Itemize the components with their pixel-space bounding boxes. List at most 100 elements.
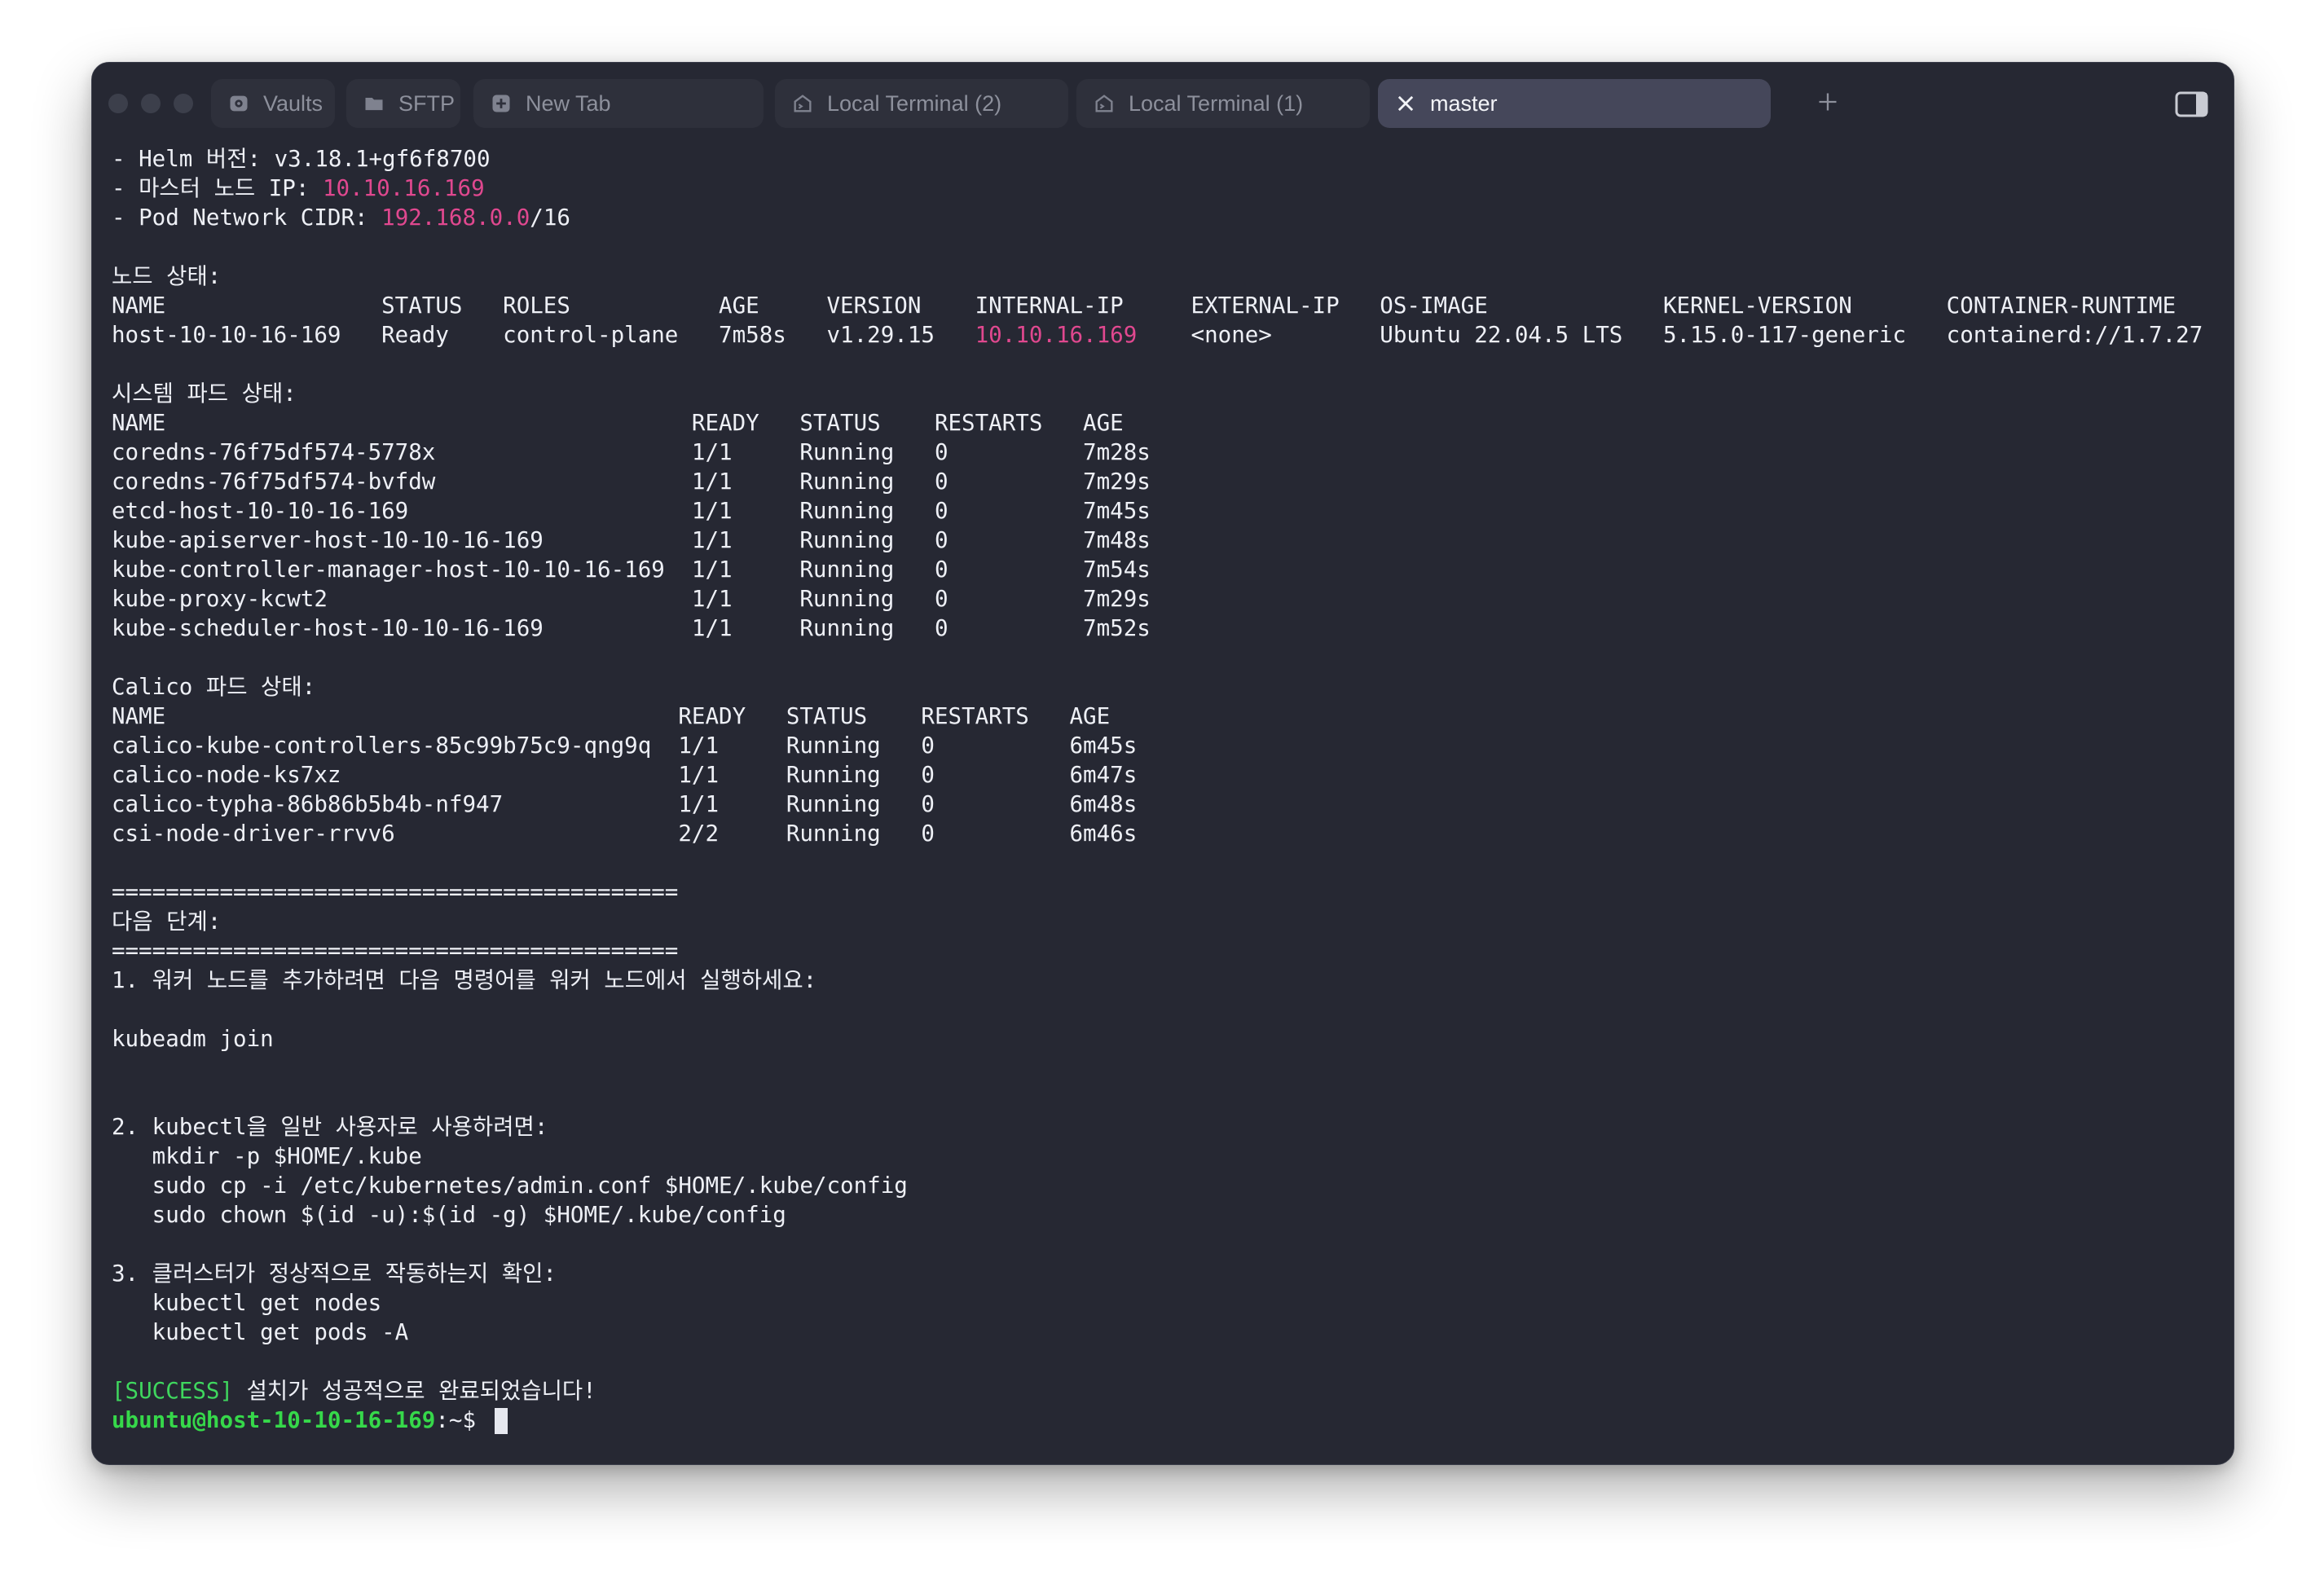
minimize-window-button[interactable]	[141, 94, 161, 113]
tab-label: Local Terminal (1)	[1129, 90, 1304, 116]
line-text: sudo chown $(id -u):$(id -g) $HOME/.kube…	[112, 1202, 786, 1228]
terminal-line: calico-kube-controllers-85c99b75c9-qng9q…	[112, 731, 2214, 760]
prompt-path: :~$	[435, 1407, 490, 1433]
prompt-line: ubuntu@host-10-10-16-169:~$	[112, 1406, 2214, 1435]
sidebar-icon	[2175, 91, 2209, 121]
line-text: ========================================…	[112, 879, 679, 905]
terminal-line: [SUCCESS] 설치가 성공적으로 완료되었습니다!	[112, 1376, 2214, 1406]
line-text: ========================================…	[112, 938, 679, 964]
tab-master[interactable]: master	[1378, 79, 1771, 128]
line-text: 시스템 파드 상태:	[112, 381, 297, 407]
terminal-line: sudo cp -i /etc/kubernetes/admin.conf $H…	[112, 1171, 2214, 1200]
tab-new-tab[interactable]: New Tab	[473, 79, 764, 128]
terminal-lines: - Helm 버전: v3.18.1+gf6f8700- 마스터 노드 IP: …	[112, 144, 2214, 1406]
terminal-line: NAME READY STATUS RESTARTS AGE	[112, 702, 2214, 731]
line-text: NAME READY STATUS RESTARTS AGE	[112, 703, 1111, 729]
terminal-line: ========================================…	[112, 936, 2214, 966]
line-text: 3. 클러스터가 정상적으로 작동하는지 확인:	[112, 1261, 557, 1287]
line-text: /16	[530, 205, 570, 231]
plus-square-icon	[488, 90, 514, 117]
folder-icon	[361, 90, 387, 117]
terminal-line: kube-controller-manager-host-10-10-16-16…	[112, 555, 2214, 584]
tab-label: Local Terminal (2)	[827, 90, 1002, 116]
zoom-window-button[interactable]	[174, 94, 193, 113]
terminal-line: - Helm 버전: v3.18.1+gf6f8700	[112, 144, 2214, 174]
tab-label: Vaults	[263, 90, 324, 116]
terminal-cursor	[494, 1408, 508, 1434]
line-text: 2. kubectl을 일반 사용자로 사용하려면:	[112, 1114, 548, 1140]
terminal-line: kubectl get pods -A	[112, 1318, 2214, 1347]
line-text: kubectl get nodes	[112, 1290, 382, 1316]
terminal-icon	[1091, 90, 1117, 117]
plus-icon	[1816, 90, 1839, 117]
highlighted-text: 10.10.16.169	[322, 175, 485, 201]
line-text: calico-node-ks7xz 1/1 Running 0 6m47s	[112, 762, 1138, 788]
line-text: - Helm 버전: v3.18.1+gf6f8700	[112, 146, 491, 172]
terminal-line: 노드 상태:	[112, 262, 2214, 291]
terminal-icon	[790, 90, 816, 117]
sidebar-toggle-button[interactable]	[2175, 90, 2209, 118]
close-window-button[interactable]	[108, 94, 128, 113]
terminal-line: 2. kubectl을 일반 사용자로 사용하려면:	[112, 1112, 2214, 1142]
terminal-line: kube-scheduler-host-10-10-16-169 1/1 Run…	[112, 614, 2214, 643]
terminal-line: coredns-76f75df574-5778x 1/1 Running 0 7…	[112, 438, 2214, 467]
line-text: NAME READY STATUS RESTARTS AGE	[112, 410, 1124, 436]
line-text: 1. 워커 노드를 추가하려면 다음 명령어를 워커 노드에서 실행하세요:	[112, 967, 817, 993]
line-text: etcd-host-10-10-16-169 1/1 Running 0 7m4…	[112, 498, 1151, 524]
close-icon[interactable]	[1393, 90, 1419, 117]
prompt-user-host: ubuntu@host-10-10-16-169	[112, 1407, 436, 1433]
terminal-line: 1. 워커 노드를 추가하려면 다음 명령어를 워커 노드에서 실행하세요:	[112, 966, 2214, 995]
line-text: kube-proxy-kcwt2 1/1 Running 0 7m29s	[112, 586, 1151, 612]
terminal-line: mkdir -p $HOME/.kube	[112, 1142, 2214, 1171]
terminal-line: etcd-host-10-10-16-169 1/1 Running 0 7m4…	[112, 496, 2214, 526]
terminal-output[interactable]: - Helm 버전: v3.18.1+gf6f8700- 마스터 노드 IP: …	[112, 144, 2214, 1464]
terminal-line: 다음 단계:	[112, 907, 2214, 936]
line-text: 설치가 성공적으로 완료되었습니다!	[233, 1378, 596, 1404]
terminal-line: kube-proxy-kcwt2 1/1 Running 0 7m29s	[112, 584, 2214, 614]
line-text: calico-kube-controllers-85c99b75c9-qng9q…	[112, 733, 1138, 759]
highlighted-text: 10.10.16.169	[975, 322, 1138, 348]
line-text: calico-typha-86b86b5b4b-nf947 1/1 Runnin…	[112, 791, 1138, 817]
line-text: kube-apiserver-host-10-10-16-169 1/1 Run…	[112, 527, 1151, 553]
terminal-line: sudo chown $(id -u):$(id -g) $HOME/.kube…	[112, 1200, 2214, 1230]
line-text: host-10-10-16-169 Ready control-plane 7m…	[112, 322, 975, 348]
tab-vaults[interactable]: Vaults	[211, 79, 335, 128]
vault-icon	[226, 90, 252, 117]
terminal-line: - Pod Network CIDR: 192.168.0.0/16	[112, 203, 2214, 232]
line-text: NAME STATUS ROLES AGE VERSION INTERNAL-I…	[112, 293, 2177, 319]
line-text: kube-controller-manager-host-10-10-16-16…	[112, 557, 1151, 583]
line-text: coredns-76f75df574-5778x 1/1 Running 0 7…	[112, 439, 1151, 465]
tab-label: SFTP	[398, 90, 456, 116]
line-text: coredns-76f75df574-bvfdw 1/1 Running 0 7…	[112, 469, 1151, 495]
terminal-line: kubeadm join	[112, 1024, 2214, 1054]
line-text: csi-node-driver-rrvv6 2/2 Running 0 6m46…	[112, 821, 1138, 847]
add-tab-button[interactable]	[1810, 86, 1846, 121]
terminal-line: kubectl get nodes	[112, 1288, 2214, 1318]
terminal-line: calico-node-ks7xz 1/1 Running 0 6m47s	[112, 760, 2214, 790]
tab-local-terminal-1[interactable]: Local Terminal (1)	[1076, 79, 1370, 128]
line-text: kubectl get pods -A	[112, 1319, 409, 1345]
terminal-line: ========================================…	[112, 878, 2214, 907]
terminal-line: csi-node-driver-rrvv6 2/2 Running 0 6m46…	[112, 819, 2214, 848]
tab-sftp[interactable]: SFTP	[346, 79, 460, 128]
line-text: sudo cp -i /etc/kubernetes/admin.conf $H…	[112, 1173, 908, 1199]
terminal-line: coredns-76f75df574-bvfdw 1/1 Running 0 7…	[112, 467, 2214, 496]
terminal-line: 시스템 파드 상태:	[112, 379, 2214, 408]
highlighted-text: 192.168.0.0	[381, 205, 530, 231]
terminal-line: host-10-10-16-169 Ready control-plane 7m…	[112, 320, 2214, 350]
tab-local-terminal-2[interactable]: Local Terminal (2)	[775, 79, 1068, 128]
line-text: - 마스터 노드 IP:	[112, 175, 323, 201]
line-text: mkdir -p $HOME/.kube	[112, 1143, 422, 1169]
line-text: - Pod Network CIDR:	[112, 205, 382, 231]
terminal-line: kube-apiserver-host-10-10-16-169 1/1 Run…	[112, 526, 2214, 555]
tab-label: New Tab	[526, 90, 611, 116]
terminal-window: Vaults SFTP New Tab Local Terminal (2) L	[91, 62, 2234, 1465]
